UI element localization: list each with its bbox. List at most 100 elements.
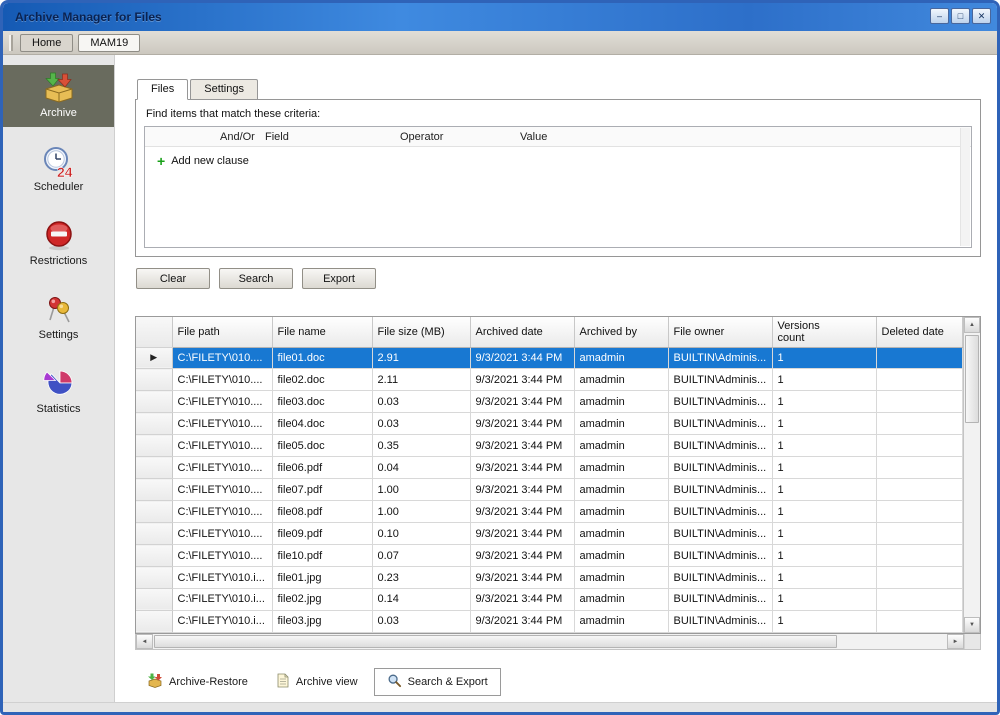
table-cell: file01.doc bbox=[272, 347, 373, 370]
table-row[interactable]: C:\FILETY\010.... file10.pdf 0.07 9/3/2021 … bbox=[136, 544, 963, 568]
table-cell: amadmin bbox=[574, 588, 669, 611]
sidebar-item-statistics[interactable]: Statistics bbox=[3, 361, 114, 423]
settings-pins-icon bbox=[42, 294, 76, 326]
criteria-col-field: Field bbox=[265, 130, 289, 143]
table-row[interactable]: C:\FILETY\010.... file03.doc 0.03 9/3/2021 … bbox=[136, 390, 963, 414]
row-indicator[interactable] bbox=[136, 390, 173, 414]
search-button[interactable]: Search bbox=[219, 268, 293, 289]
toolbar-mam19-button[interactable]: MAM19 bbox=[78, 33, 141, 52]
table-cell bbox=[876, 544, 963, 568]
table-row[interactable]: C:\FILETY\010.i... file02.jpg 0.14 9/3/2021… bbox=[136, 588, 963, 611]
row-indicator[interactable] bbox=[136, 610, 173, 633]
column-header-file-owner[interactable]: File owner bbox=[668, 317, 773, 348]
vertical-scrollbar[interactable]: ▲ ▼ bbox=[963, 317, 980, 633]
table-row[interactable]: ▶ C:\FILETY\010.... file01.doc 2.91 9/3/2021… bbox=[136, 347, 963, 370]
column-header-file-size[interactable]: File size (MB) bbox=[372, 317, 471, 348]
column-header-versions-count[interactable]: Versions count bbox=[772, 317, 877, 348]
table-row[interactable]: C:\FILETY\010.... file04.doc 0.03 9/3/2021 … bbox=[136, 412, 963, 436]
export-button[interactable]: Export bbox=[302, 268, 376, 289]
row-indicator[interactable] bbox=[136, 412, 173, 436]
bottom-tab-search-export[interactable]: Search & Export bbox=[373, 668, 501, 696]
table-row[interactable]: C:\FILETY\010.... file08.pdf 1.00 9/3/2021 … bbox=[136, 500, 963, 524]
sidebar-item-settings[interactable]: Settings bbox=[3, 287, 114, 349]
add-new-clause-link[interactable]: + Add new clause bbox=[145, 147, 971, 168]
table-cell: amadmin bbox=[574, 368, 669, 392]
column-header-file-name[interactable]: File name bbox=[272, 317, 373, 348]
table-row[interactable]: C:\FILETY\010.i... file03.jpg 0.03 9/3/2021… bbox=[136, 610, 963, 633]
minimize-button[interactable]: – bbox=[930, 8, 949, 24]
table-cell: 9/3/2021 3:44 PM bbox=[470, 456, 575, 480]
horizontal-scrollbar[interactable]: ◄ ► bbox=[135, 634, 981, 650]
bottom-tab-archive-restore[interactable]: Archive-Restore bbox=[135, 669, 260, 695]
row-indicator[interactable] bbox=[136, 500, 173, 524]
toolbar-home-button[interactable]: Home bbox=[20, 33, 74, 52]
toolbar-grip[interactable] bbox=[9, 34, 13, 51]
table-cell: BUILTIN\Adminis... bbox=[668, 544, 773, 568]
archive-icon bbox=[41, 72, 77, 104]
row-indicator[interactable] bbox=[136, 566, 173, 589]
table-cell bbox=[876, 456, 963, 480]
horizontal-scroll-thumb[interactable] bbox=[154, 635, 837, 648]
maximize-button[interactable]: □ bbox=[951, 8, 970, 24]
sidebar-item-archive[interactable]: Archive bbox=[3, 65, 114, 127]
table-row[interactable]: C:\FILETY\010.... file05.doc 0.35 9/3/2021 … bbox=[136, 434, 963, 458]
scroll-up-icon[interactable]: ▲ bbox=[964, 317, 980, 333]
table-cell: C:\FILETY\010.... bbox=[172, 478, 273, 502]
table-cell: 2.91 bbox=[372, 347, 471, 370]
table-cell: BUILTIN\Adminis... bbox=[668, 588, 773, 611]
row-indicator[interactable] bbox=[136, 478, 173, 502]
tab-files[interactable]: Files bbox=[137, 79, 189, 100]
scroll-left-icon[interactable]: ◄ bbox=[136, 634, 153, 649]
criteria-label: Find items that match these criteria: bbox=[146, 108, 321, 120]
table-cell: BUILTIN\Adminis... bbox=[668, 566, 773, 589]
table-cell: 9/3/2021 3:44 PM bbox=[470, 588, 575, 611]
file-table-body: ▶ C:\FILETY\010.... file01.doc 2.91 9/3/2021… bbox=[136, 347, 963, 633]
row-indicator[interactable] bbox=[136, 544, 173, 568]
table-cell: 9/3/2021 3:44 PM bbox=[470, 544, 575, 568]
clear-button[interactable]: Clear bbox=[136, 268, 210, 289]
table-row[interactable]: C:\FILETY\010.... file06.pdf 0.04 9/3/2021 … bbox=[136, 456, 963, 480]
table-row[interactable]: C:\FILETY\010.... file07.pdf 1.00 9/3/2021 … bbox=[136, 478, 963, 502]
row-indicator[interactable]: ▶ bbox=[136, 347, 173, 370]
table-cell bbox=[876, 522, 963, 546]
column-header-deleted-date[interactable]: Deleted date bbox=[876, 317, 963, 348]
table-row[interactable]: C:\FILETY\010.... file09.pdf 0.10 9/3/2021 … bbox=[136, 522, 963, 546]
sidebar-item-scheduler[interactable]: 24 Scheduler bbox=[3, 139, 114, 201]
close-button[interactable]: ✕ bbox=[972, 8, 991, 24]
bottom-tab-archive-view[interactable]: Archive view bbox=[264, 669, 370, 695]
table-cell: 1 bbox=[772, 456, 877, 480]
table-cell: 0.03 bbox=[372, 610, 471, 633]
bottom-tab-label: Archive-Restore bbox=[169, 676, 248, 688]
column-header-archived-date[interactable]: Archived date bbox=[470, 317, 575, 348]
archive-view-icon bbox=[276, 673, 290, 691]
scroll-down-icon[interactable]: ▼ bbox=[964, 617, 980, 633]
tab-settings[interactable]: Settings bbox=[190, 79, 258, 100]
criteria-grid: And/Or Field Operator Value + Add new cl… bbox=[144, 126, 972, 248]
vertical-scroll-thumb[interactable] bbox=[965, 335, 979, 423]
sidebar-item-restrictions[interactable]: Restrictions bbox=[3, 213, 114, 275]
restrictions-no-entry-icon bbox=[42, 220, 76, 252]
table-row[interactable]: C:\FILETY\010.i... file01.jpg 0.23 9/3/2021… bbox=[136, 566, 963, 589]
titlebar[interactable]: Archive Manager for Files – □ ✕ bbox=[3, 3, 997, 31]
row-indicator[interactable] bbox=[136, 588, 173, 611]
table-row[interactable]: C:\FILETY\010.... file02.doc 2.11 9/3/2021 … bbox=[136, 368, 963, 392]
row-indicator[interactable] bbox=[136, 456, 173, 480]
column-header-archived-by[interactable]: Archived by bbox=[574, 317, 669, 348]
row-indicator[interactable] bbox=[136, 368, 173, 392]
table-cell bbox=[876, 347, 963, 370]
add-clause-label: Add new clause bbox=[171, 155, 249, 167]
table-cell bbox=[876, 434, 963, 458]
table-cell: 0.04 bbox=[372, 456, 471, 480]
scroll-right-icon[interactable]: ► bbox=[947, 634, 964, 649]
table-cell: amadmin bbox=[574, 566, 669, 589]
criteria-scrollbar[interactable] bbox=[960, 128, 970, 246]
table-cell: 9/3/2021 3:44 PM bbox=[470, 390, 575, 414]
files-tab-page: Find items that match these criteria: An… bbox=[135, 99, 981, 257]
sidebar-item-label: Scheduler bbox=[33, 181, 84, 193]
column-header-file-path[interactable]: File path bbox=[172, 317, 273, 348]
vertical-scroll-track[interactable] bbox=[964, 333, 980, 617]
row-indicator[interactable] bbox=[136, 522, 173, 546]
row-indicator[interactable] bbox=[136, 434, 173, 458]
horizontal-scroll-track[interactable] bbox=[153, 634, 947, 649]
table-cell bbox=[876, 412, 963, 436]
